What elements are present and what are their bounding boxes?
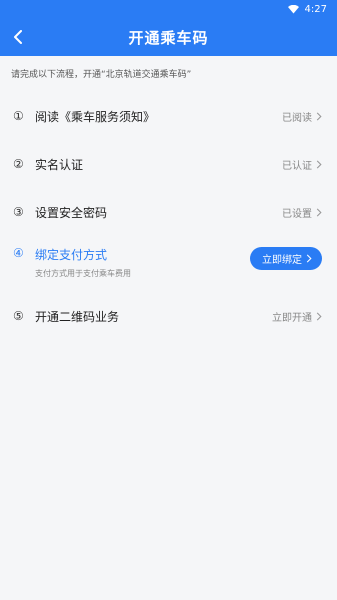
page-title: 开通乘车码 <box>128 28 209 47</box>
step-number: ② <box>13 157 24 171</box>
chevron-right-icon <box>316 112 322 120</box>
step-status: 已认证 <box>282 157 322 172</box>
step-number: ① <box>13 109 24 123</box>
chevron-left-icon <box>14 30 22 44</box>
back-button[interactable] <box>8 27 28 47</box>
step-label: 阅读《乘车服务须知》 <box>35 109 156 124</box>
step-label: 开通二维码业务 <box>35 309 120 324</box>
status-text: 已阅读 <box>282 112 312 124</box>
step-status: 已阅读 <box>282 109 322 124</box>
step-status: 已设置 <box>282 205 322 220</box>
chevron-right-icon <box>316 160 322 168</box>
chevron-right-icon <box>316 312 322 320</box>
chevron-right-icon <box>316 208 322 216</box>
status-text: 已设置 <box>282 208 312 220</box>
bind-now-button[interactable]: 立即绑定 <box>250 247 322 270</box>
step-read-notice[interactable]: ① 阅读《乘车服务须知》 已阅读 <box>0 92 337 140</box>
wifi-icon <box>287 4 299 13</box>
bind-now-label: 立即绑定 <box>262 255 302 266</box>
step-description: 支付方式用于支付乘车费用 <box>35 269 131 278</box>
step-security-password[interactable]: ③ 设置安全密码 已设置 <box>0 188 337 236</box>
status-time: 4:27 <box>304 3 327 15</box>
step-number: ⑤ <box>13 309 24 323</box>
step-number: ③ <box>13 205 24 219</box>
status-text: 立即开通 <box>272 312 312 324</box>
step-number: ④ <box>13 246 24 260</box>
step-label: 设置安全密码 <box>35 205 108 220</box>
step-qr-service[interactable]: ⑤ 开通二维码业务 立即开通 <box>0 292 337 340</box>
chevron-right-icon <box>306 254 312 263</box>
steps-list: ① 阅读《乘车服务须知》 已阅读 ② 实名认证 已认证 ③ 设置安全密码 已设置 <box>0 92 337 340</box>
step-status: 立即开通 <box>272 309 322 324</box>
status-bar: 4:27 <box>0 0 337 18</box>
step-label: 实名认证 <box>35 157 84 172</box>
app-bar: 开通乘车码 <box>0 18 337 56</box>
status-text: 已认证 <box>282 160 312 172</box>
step-bind-payment: ④ 绑定支付方式 支付方式用于支付乘车费用 立即绑定 <box>0 236 337 292</box>
step-real-name[interactable]: ② 实名认证 已认证 <box>0 140 337 188</box>
instruction-text: 请完成以下流程，开通“北京轨道交通乘车码” <box>11 69 192 80</box>
